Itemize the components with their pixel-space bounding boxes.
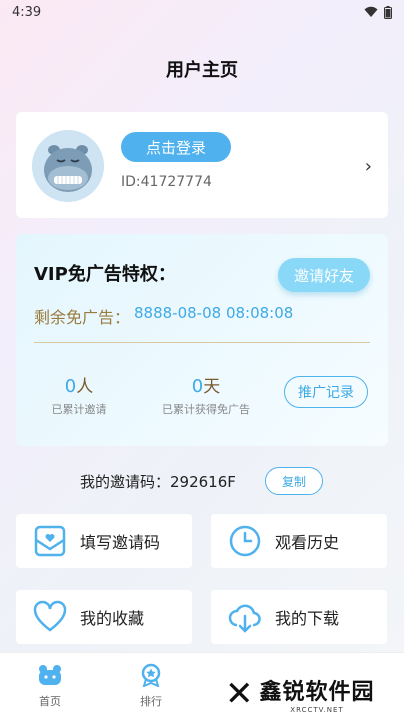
stat-ad-free-days: 0天 已累计获得免广告 (151, 372, 261, 417)
profile-card[interactable]: 点击登录 ID:41727774 › (16, 112, 388, 218)
invite-code-row: 我的邀请码：292616F 复制 (0, 467, 404, 495)
status-time: 4:39 (12, 4, 42, 20)
menu-label: 我的下载 (275, 609, 340, 628)
rank-icon (141, 663, 161, 688)
divider (34, 342, 370, 343)
chevron-right-icon[interactable]: › (365, 156, 372, 177)
watermark: ✕ 鑫锐软件园 XRCCTV.NET (205, 668, 404, 720)
invite-code-text: 我的邀请码：292616F (80, 473, 236, 491)
cloud-download-icon (228, 604, 261, 633)
stat-days-label: 已累计获得免广告 (162, 403, 250, 416)
nav-home-label: 首页 (39, 695, 61, 708)
heart-icon (33, 600, 67, 632)
vip-title: VIP免广告特权： (34, 264, 176, 285)
menu-enter-invite-code[interactable]: 填写邀请码 (16, 514, 192, 568)
mail-icon (34, 525, 66, 557)
vip-card: VIP免广告特权： 邀请好友 剩余免广告： 8888-08-08 08:08:0… (16, 234, 388, 446)
copy-button[interactable]: 复制 (265, 467, 323, 495)
remain-label: 剩余免广告： (34, 308, 131, 327)
promotion-record-button[interactable]: 推广记录 (284, 376, 368, 408)
watermark-text: 鑫锐软件园 XRCCTV.NET (260, 674, 375, 714)
page-title: 用户主页 (166, 60, 238, 81)
remain-value: 8888-08-08 08:08:08 (134, 304, 294, 322)
avatar[interactable] (32, 130, 104, 202)
nav-home[interactable]: 首页 (20, 663, 80, 709)
stat-days-value: 0天 (191, 376, 221, 397)
clock-icon (229, 525, 261, 557)
watermark-en: XRCCTV.NET (290, 706, 344, 714)
status-icons (364, 5, 392, 19)
login-button[interactable]: 点击登录 (121, 132, 231, 162)
battery-icon (384, 5, 392, 19)
nav-rank-label: 排行 (140, 695, 162, 708)
status-bar: 4:39 (0, 0, 404, 24)
menu-downloads[interactable]: 我的下载 (211, 590, 387, 644)
menu-label: 填写邀请码 (80, 533, 161, 552)
menu-favorites[interactable]: 我的收藏 (16, 590, 192, 644)
watermark-cn: 鑫锐软件园 (259, 680, 375, 705)
menu-label: 我的收藏 (80, 609, 145, 628)
stat-invited-label: 已累计邀请 (51, 403, 107, 416)
invite-friends-button[interactable]: 邀请好友 (278, 258, 370, 292)
wifi-icon (364, 6, 378, 17)
menu-watch-history[interactable]: 观看历史 (211, 514, 387, 568)
home-icon (39, 665, 61, 685)
stat-invited: 0人 已累计邀请 (44, 372, 114, 417)
menu-label: 观看历史 (275, 533, 340, 552)
nav-rank[interactable]: 排行 (121, 663, 181, 709)
hippo-avatar-icon (32, 130, 104, 202)
watermark-logo-icon: ✕ (225, 674, 254, 714)
user-id: ID:41727774 (121, 174, 212, 190)
stat-invited-value: 0人 (64, 376, 94, 397)
